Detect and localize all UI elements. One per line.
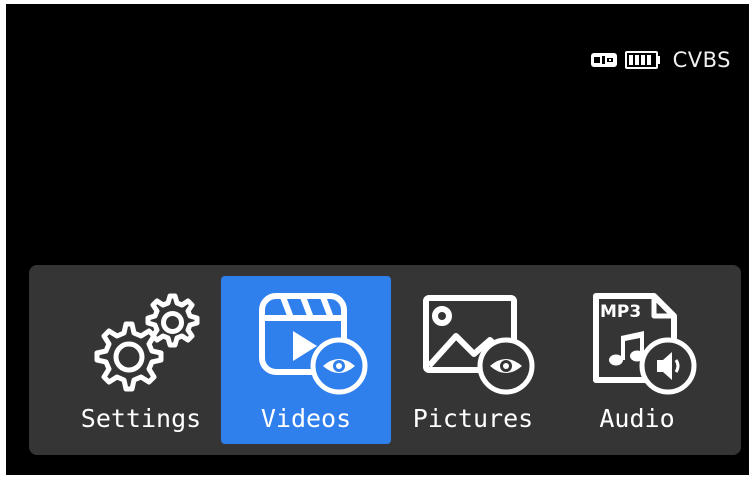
menu-item-videos[interactable]: Videos (221, 276, 391, 444)
video-source-label: CVBS (672, 48, 731, 72)
menu-item-audio[interactable]: MP3 Audio (552, 276, 722, 444)
menu-item-label: Videos (260, 404, 352, 433)
menu-item-label: Audio (599, 404, 675, 433)
menu-item-settings[interactable]: Settings (56, 276, 226, 444)
menu-item-pictures[interactable]: Pictures (388, 276, 558, 444)
status-bar: CVBS (590, 48, 731, 72)
mp3-audio-icon: MP3 (593, 293, 697, 395)
mp3-badge: MP3 (600, 302, 641, 322)
battery-icon (624, 51, 660, 69)
video-eye-icon (259, 293, 368, 395)
menu-item-label: Settings (80, 404, 202, 433)
display-screen: CVBS Settings Videos Pictures MP3 Audio (6, 4, 749, 475)
main-menu-dock: Settings Videos Pictures MP3 Audio (29, 265, 741, 455)
gears-icon (94, 293, 200, 392)
usb-icon (590, 53, 617, 67)
menu-item-label: Pictures (412, 404, 534, 433)
picture-eye-icon (423, 295, 535, 395)
